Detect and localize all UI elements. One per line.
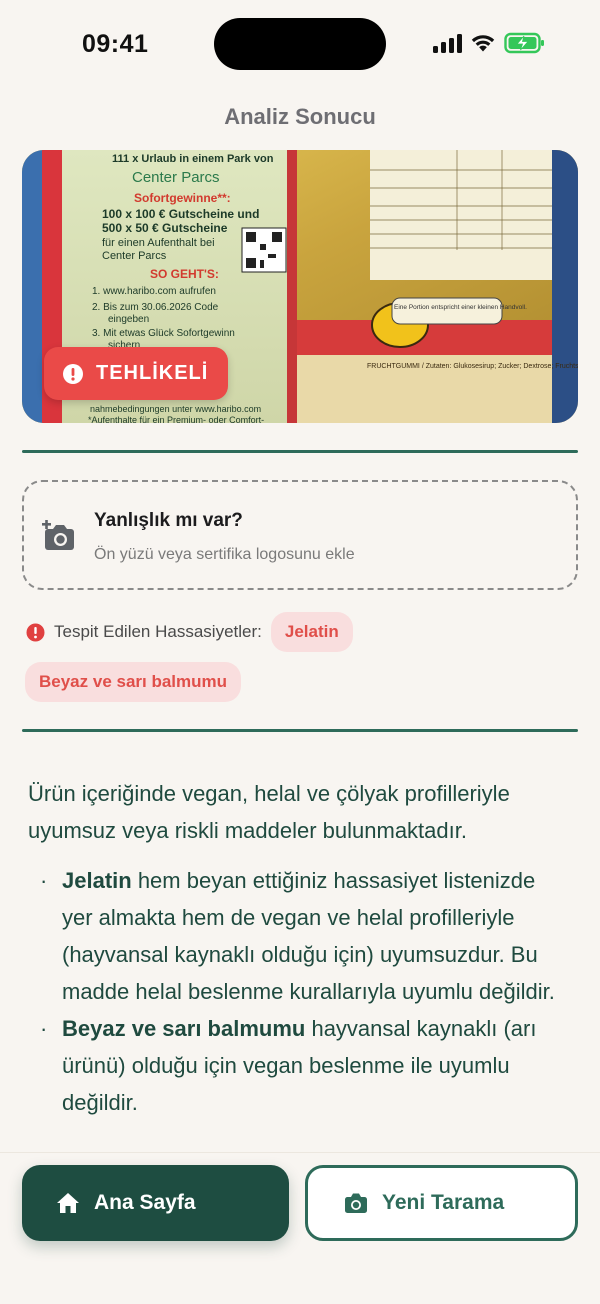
status-icons <box>433 32 546 54</box>
hazard-badge-label: TEHLİKELİ <box>96 362 209 384</box>
status-bar: 09:41 <box>0 0 600 90</box>
home-button-label: Ana Sayfa <box>94 1191 196 1214</box>
package-text-line2: Sofortgewinne**: <box>134 191 231 205</box>
package-text-brand: Center Parcs <box>132 169 220 186</box>
hazard-badge: TEHLİKELİ <box>44 347 228 400</box>
divider-top <box>22 450 578 453</box>
analysis-summary: Ürün içeriğinde vegan, helal ve çölyak p… <box>28 781 510 843</box>
package-text-ingredients: FRUCHTGUMMI / Zutaten: Glukosesirup; Zuc… <box>367 362 578 370</box>
package-text-step1: 1. www.haribo.com aufrufen <box>92 286 216 297</box>
analysis-bullets: Jelatin hem beyan ettiğiniz hassasiyet l… <box>40 862 560 1121</box>
package-text-step3: 3. Mit etwas Glück Sofortgewinn <box>92 328 235 339</box>
package-text-line7: SO GEHT'S: <box>150 267 219 281</box>
sensitivities-label: Tespit Edilen Hassasiyetler: <box>54 622 262 641</box>
package-text-line1: 111 x Urlaub in einem Park von <box>112 153 274 165</box>
battery-charging-icon <box>504 32 544 54</box>
sensitivity-chip-beeswax: Beyaz ve sarı balmumu <box>25 662 242 702</box>
package-text-step2b: eingeben <box>108 314 149 325</box>
package-text-line6: Center Parcs <box>102 250 167 262</box>
dynamic-island <box>214 18 386 70</box>
analysis-bullet-term: Beyaz ve sarı balmumu <box>62 1016 306 1041</box>
wifi-icon <box>471 35 495 52</box>
analysis-bullet-term: Jelatin <box>62 868 132 893</box>
alert-circle-icon <box>63 363 83 384</box>
new-scan-button-label: Yeni Tarama <box>382 1191 505 1214</box>
page-title: Analiz Sonucu <box>224 104 376 129</box>
analysis-bullet: Jelatin hem beyan ettiğiniz hassasiyet l… <box>40 862 560 1010</box>
package-text-line4: 500 x 50 € Gutscheine <box>102 221 228 235</box>
home-button[interactable]: Ana Sayfa <box>22 1165 289 1241</box>
add-photo-title: Yanlışlık mı var? <box>94 510 243 531</box>
package-text-line5: für einen Aufenthalt bei <box>102 237 215 249</box>
sensitivity-chip-gelatin: Jelatin <box>270 612 353 652</box>
analysis-bullet-text: hem beyan ettiğiniz hassasiyet listenizd… <box>62 868 555 1004</box>
home-icon <box>57 1193 79 1213</box>
add-photo-camera-icon <box>42 520 74 550</box>
cellular-signal-icon <box>433 33 462 53</box>
package-text-line3: 100 x 100 € Gutscheine und <box>102 207 259 221</box>
package-text-step2: 2. Bis zum 30.06.2026 Code <box>92 302 219 313</box>
sensitivities-row: Tespit Edilen Hassasiyetler: Jelatin <box>26 612 353 652</box>
add-photo-subtitle: Ön yüzü veya sertifika logosunu ekle <box>94 546 355 563</box>
package-text-footer1: nahmebedingungen unter www.haribo.com <box>90 404 261 414</box>
status-time: 09:41 <box>82 30 149 58</box>
add-photo-card[interactable]: Yanlışlık mı var? Ön yüzü veya sertifika… <box>22 480 578 590</box>
analysis-bullet: Beyaz ve sarı balmumu hayvansal kaynaklı… <box>40 1010 560 1121</box>
package-text-portion: Eine Portion entspricht einer kleinen Ha… <box>394 304 527 311</box>
camera-icon <box>345 1193 367 1213</box>
package-text-footer2: *Aufenthalte für ein Premium- oder Comfo… <box>88 415 264 423</box>
new-scan-button[interactable]: Yeni Tarama <box>305 1165 578 1241</box>
alert-circle-icon <box>26 623 45 641</box>
divider-middle <box>22 729 578 732</box>
